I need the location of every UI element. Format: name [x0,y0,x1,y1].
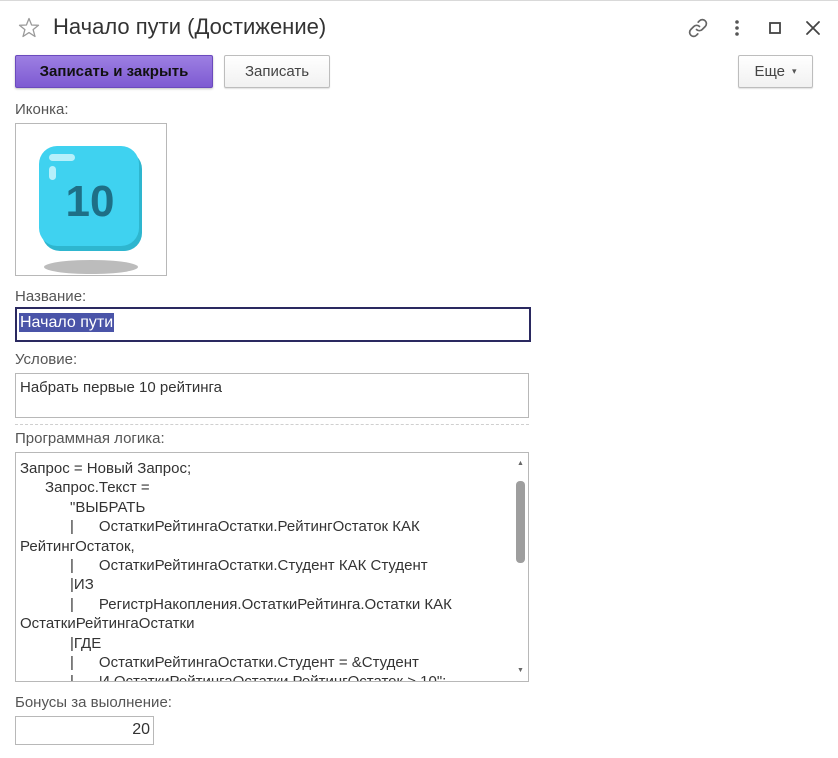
name-field-value: Начало пути [19,313,115,332]
save-button[interactable]: Записать [224,55,330,88]
more-button[interactable]: Еще ▾ [738,55,813,88]
logic-text: Запрос = Новый Запрос; Запрос.Текст = "В… [20,460,452,682]
window-title: Начало пути (Достижение) [53,14,327,39]
window-top-border [0,0,838,1]
achievement-badge-icon: 10 [39,146,142,274]
bonus-label: Бонусы за выолнение: [15,694,172,711]
icon-label: Иконка: [15,101,69,118]
condition-label: Условие: [15,351,78,368]
condition-field[interactable]: Набрать первые 10 рейтинга [15,373,529,418]
maximize-icon[interactable] [763,16,787,40]
close-icon[interactable] [801,16,825,40]
badge-number: 10 [66,177,115,226]
scroll-up-icon[interactable]: ▲ [517,460,524,467]
name-label: Название: [15,288,87,305]
logic-label: Программная логика: [15,430,165,447]
name-field[interactable]: Начало пути [15,307,531,342]
star-icon[interactable] [17,16,41,40]
more-vertical-icon[interactable] [725,16,749,40]
scrollbar-thumb[interactable] [516,481,525,563]
logic-textarea[interactable]: Запрос = Новый Запрос; Запрос.Текст = "В… [15,452,529,682]
scrollbar[interactable]: ▲ ▼ [514,454,527,680]
chevron-down-icon: ▾ [792,66,797,76]
divider [15,424,529,425]
more-button-label: Еще [754,63,785,80]
scroll-down-icon[interactable]: ▼ [517,667,524,674]
link-icon[interactable] [686,16,710,40]
save-and-close-button[interactable]: Записать и закрыть [15,55,213,88]
icon-picture-field[interactable]: 10 [15,123,167,276]
bonus-field[interactable]: 20 [15,716,154,745]
